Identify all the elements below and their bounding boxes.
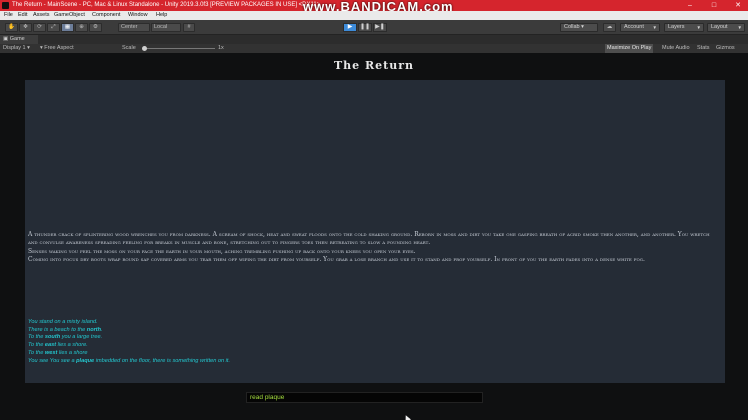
close-button[interactable]: ✕ (731, 0, 745, 11)
chevron-down-icon: ▼ (652, 25, 657, 30)
direction-east: east (44, 342, 57, 349)
minimize-button[interactable]: – (683, 0, 697, 11)
tab-game[interactable]: ▣ Game (0, 35, 38, 44)
menu-component[interactable]: Component (92, 11, 120, 20)
cloud-icon[interactable]: ☁ (603, 23, 616, 32)
main-toolbar: ✋ ✥ ⟳ ⤢ ▦ ⊕ ⚙ Center Local # ▶ ❚❚ ▶❚ Col… (0, 20, 748, 35)
account-dropdown[interactable]: Account ▼ (620, 23, 660, 32)
menu-help[interactable]: Help (156, 11, 167, 20)
story-paragraph: Senses waking you feel the moss on your … (28, 247, 416, 255)
story-panel: A thunder crack of splintering wood wren… (25, 80, 725, 383)
collab-label: Collab ▾ (564, 24, 584, 30)
item-plaque: plaque (76, 357, 95, 364)
room-line-item: You see You see a plaque imbedded on the… (28, 357, 231, 364)
hand-tool-icon[interactable]: ✋ (5, 23, 18, 32)
command-input[interactable] (246, 392, 483, 403)
game-view-controls: Display 1 ▾ ▾ Free Aspect Scale 1x Maxim… (0, 44, 748, 53)
move-tool-icon[interactable]: ✥ (19, 23, 32, 32)
game-title: The Return (333, 59, 415, 72)
pivot-toggle-button[interactable]: Center (118, 23, 150, 32)
layers-label: Layers (668, 24, 685, 30)
account-label: Account (624, 24, 644, 30)
menu-assets[interactable]: Assets (33, 11, 50, 20)
layers-dropdown[interactable]: Layers ▼ (664, 23, 704, 32)
aspect-select[interactable]: ▾ Free Aspect (40, 44, 74, 53)
play-button[interactable]: ▶ (343, 23, 357, 32)
gizmos-dropdown[interactable]: Gizmos (716, 44, 735, 53)
scale-label: Scale (122, 45, 136, 51)
grid-snap-icon[interactable]: # (183, 23, 195, 32)
scale-value: 1x (218, 45, 224, 51)
menu-bar: File Edit Assets GameObject Component Wi… (0, 11, 748, 20)
view-tab-strip: ▣ Game (0, 35, 748, 44)
story-paragraph: Coming into focus dry boots wrap round s… (28, 256, 645, 264)
rect-tool-icon[interactable]: ▦ (61, 23, 74, 32)
direction-south: south (44, 334, 61, 341)
layout-dropdown[interactable]: Layout ▼ (707, 23, 745, 32)
menu-file[interactable]: File (4, 11, 13, 20)
direction-north: north (86, 326, 102, 333)
menu-gameobject[interactable]: GameObject (54, 11, 85, 20)
aspect-label: Free Aspect (44, 45, 74, 51)
scale-slider-track[interactable] (145, 48, 215, 49)
room-line: You stand on a misty island. (28, 319, 98, 325)
maximize-button[interactable]: □ (707, 0, 721, 11)
maximize-on-play-toggle[interactable]: Maximize On Play (605, 44, 654, 53)
layout-label: Layout (711, 24, 728, 30)
unity-logo-icon (2, 2, 9, 9)
mouse-cursor-icon (403, 414, 411, 420)
chevron-down-icon: ▼ (737, 25, 742, 30)
window-title: The Return - MainScene - PC, Mac & Linux… (12, 2, 321, 8)
menu-window[interactable]: Window (128, 11, 148, 20)
room-line-east: To the east lies a shore. (28, 342, 88, 349)
scale-tool-icon[interactable]: ⤢ (47, 23, 60, 32)
story-paragraph: A thunder crack of splintering wood wren… (28, 231, 710, 247)
stats-toggle[interactable]: Stats (697, 44, 710, 53)
room-description: You stand on a misty island. There is a … (28, 319, 718, 365)
collab-dropdown[interactable]: Collab ▾ (560, 23, 598, 32)
mute-audio-toggle[interactable]: Mute Audio (662, 44, 690, 53)
custom-tool-icon[interactable]: ⚙ (89, 23, 102, 32)
chevron-down-icon: ▼ (696, 25, 701, 30)
tab-game-label: Game (9, 36, 25, 42)
direction-west: west (44, 349, 58, 356)
pivot-label: Center (121, 24, 138, 30)
story-text: A thunder crack of splintering wood wren… (28, 231, 718, 265)
space-toggle-button[interactable]: Local (151, 23, 181, 32)
display-label: Display 1 (3, 45, 26, 51)
pause-button[interactable]: ❚❚ (358, 23, 372, 32)
menu-edit[interactable]: Edit (18, 11, 27, 20)
room-line-west: To the west lies a shore (28, 349, 88, 356)
rotate-tool-icon[interactable]: ⟳ (33, 23, 46, 32)
transform-tool-icon[interactable]: ⊕ (75, 23, 88, 32)
room-line-north: There is a beach to the north. (28, 326, 103, 333)
unity-editor-window: The Return - MainScene - PC, Mac & Linux… (0, 0, 748, 420)
space-label: Local (154, 24, 168, 30)
step-button[interactable]: ▶❚ (373, 23, 387, 32)
display-select[interactable]: Display 1 ▾ (3, 44, 30, 53)
scale-slider-handle[interactable] (142, 46, 147, 51)
game-view: The Return A thunder crack of splinterin… (0, 53, 748, 420)
room-line-south: To the south you a large tree. (28, 334, 103, 341)
